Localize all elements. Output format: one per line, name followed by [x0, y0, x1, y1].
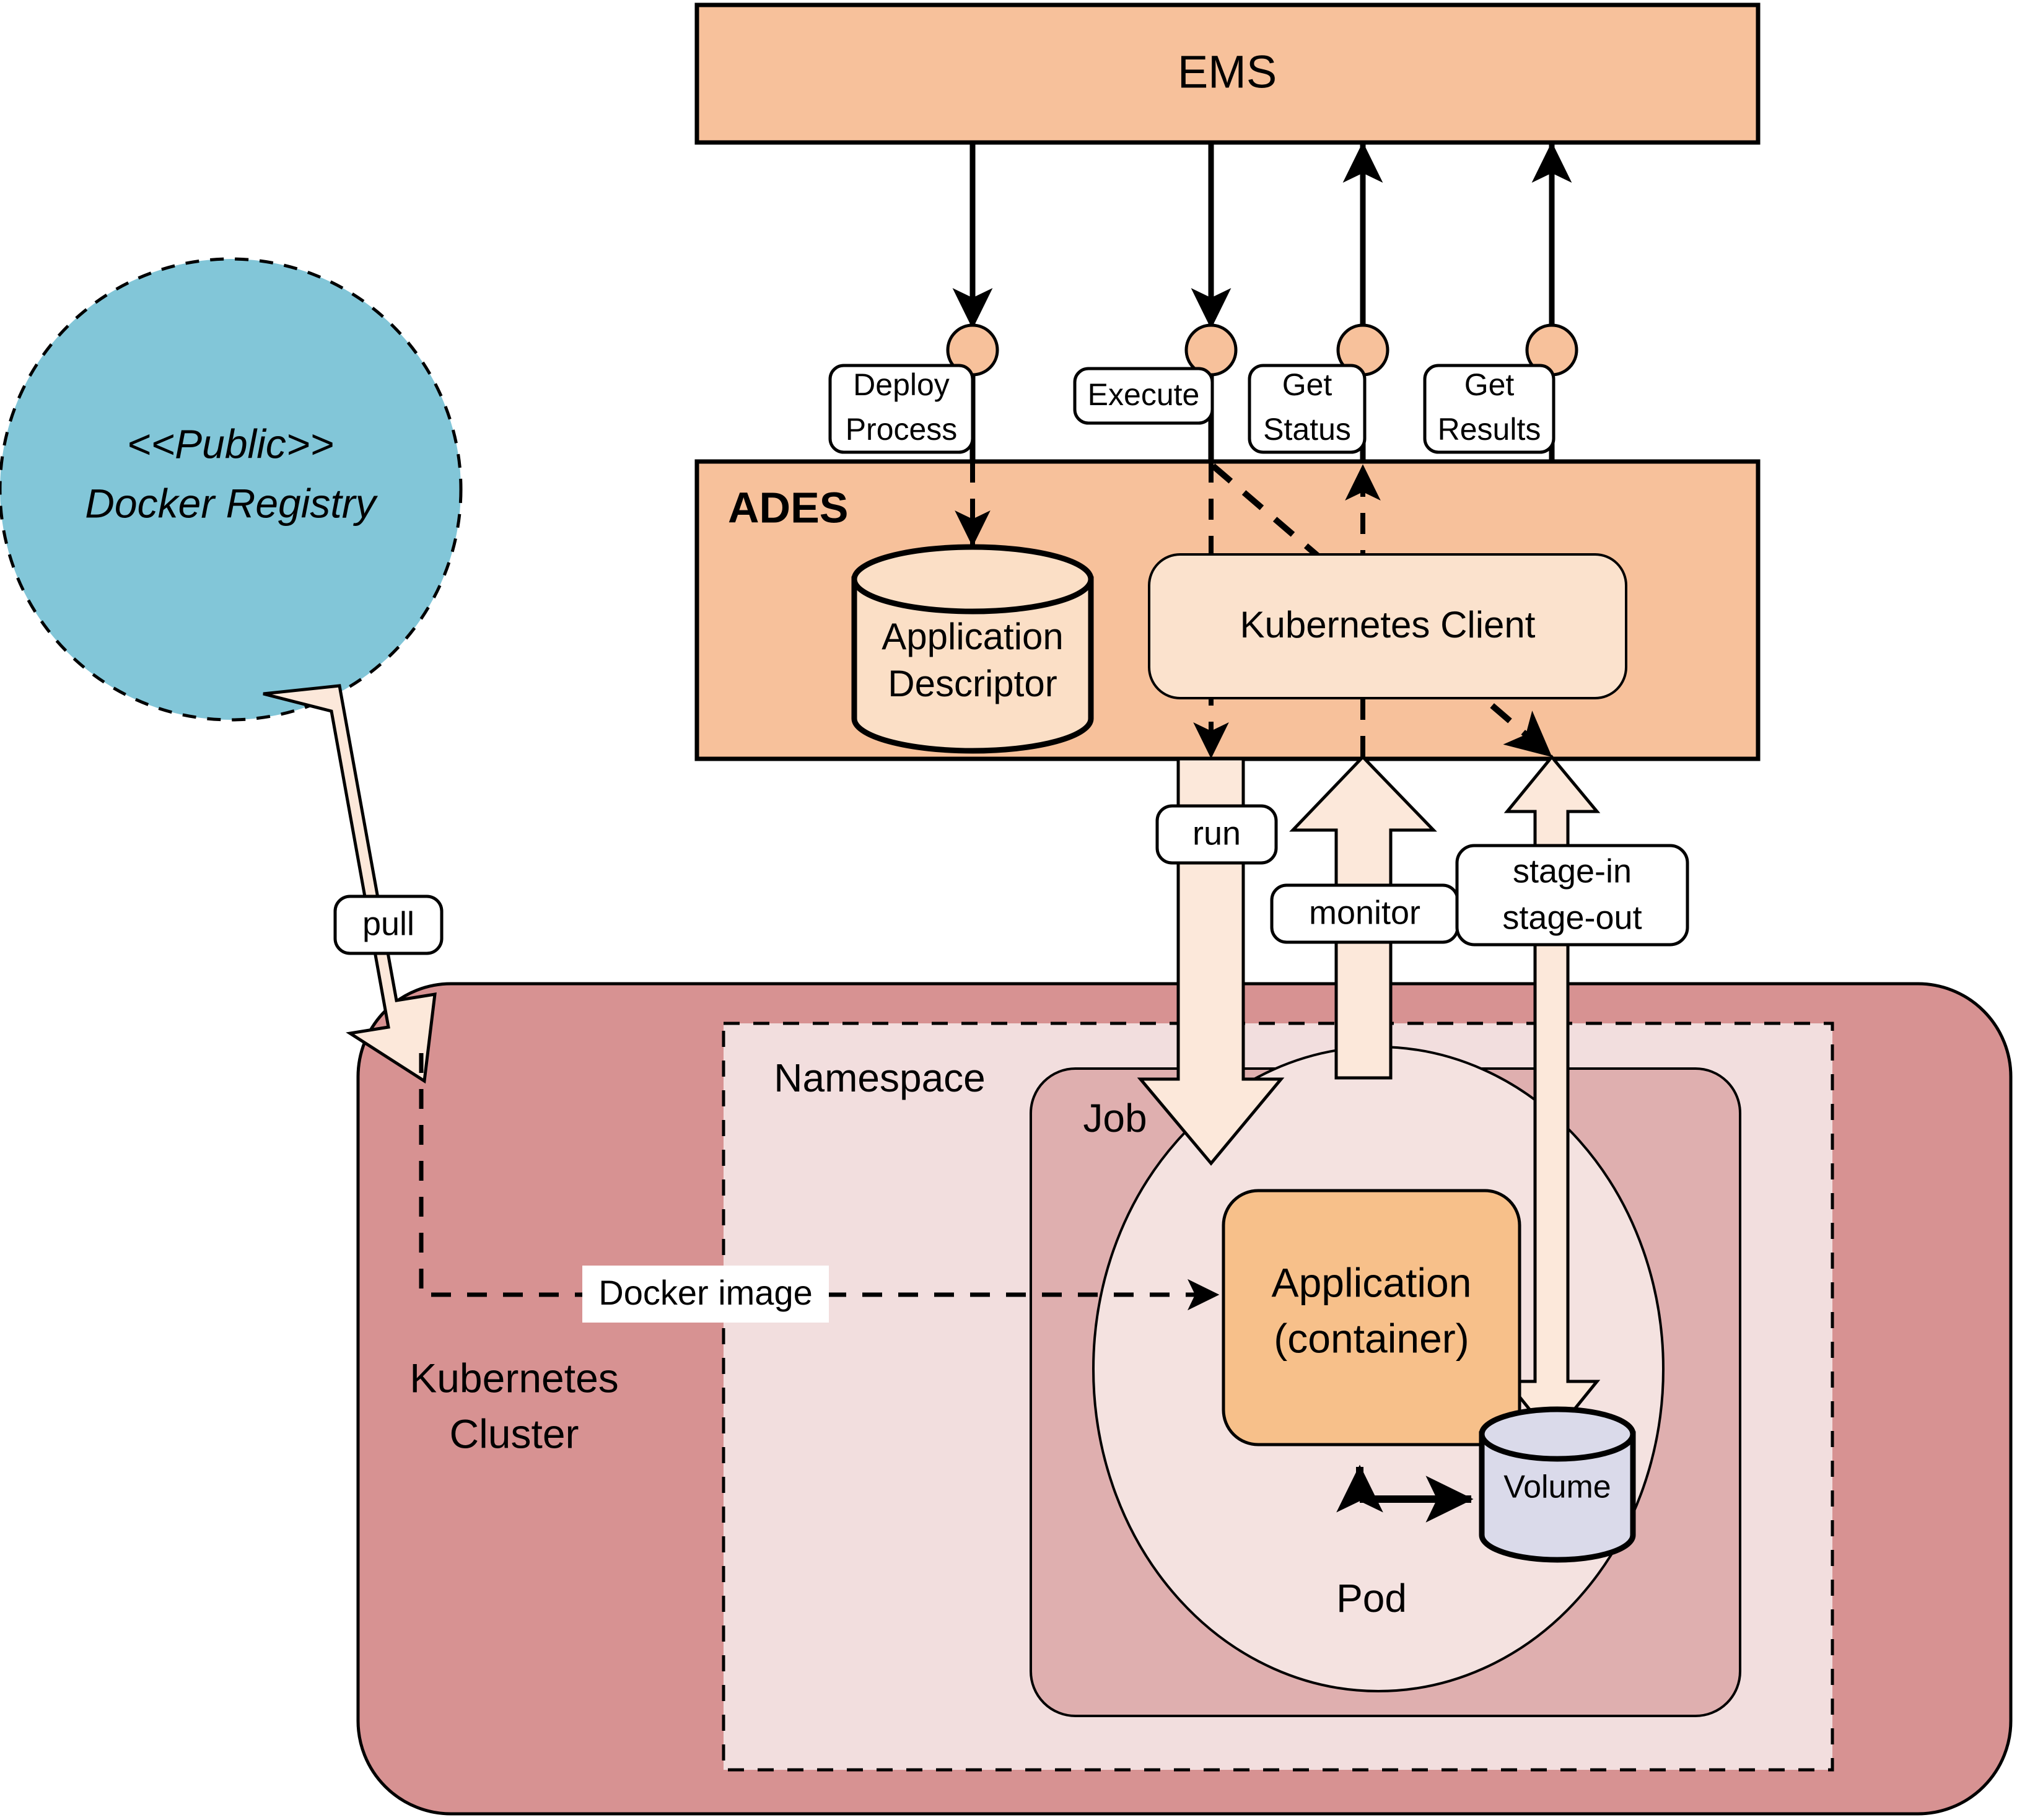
docker-registry-label: Docker Registry [85, 480, 378, 526]
flow-label-pull[interactable]: pull [333, 895, 444, 955]
flow-label-stage[interactable]: stage-in stage-out [1455, 844, 1689, 947]
run-label-text: run [1192, 815, 1241, 852]
flow-label-monitor[interactable]: monitor [1270, 883, 1459, 944]
stage-label-line1: stage-in [1513, 852, 1632, 890]
application-container-line1: Application [1272, 1259, 1472, 1305]
port-label-get-status-line2: Status [1263, 412, 1351, 447]
port-label-execute[interactable]: Execute [1073, 367, 1214, 425]
port-label-get-results-line2: Results [1438, 412, 1541, 447]
port-label-get-status-line1: Get [1282, 367, 1332, 402]
port-label-deploy-process[interactable]: Deploy Process [828, 364, 974, 454]
stage-label-line2: stage-out [1502, 899, 1642, 936]
application-descriptor-node[interactable]: Application Descriptor [851, 544, 1094, 754]
kubernetes-cluster-line1: Kubernetes [409, 1355, 619, 1401]
pull-label-text: pull [362, 905, 414, 942]
port-label-get-status[interactable]: Get Status [1248, 364, 1367, 454]
diagram-canvas: EMS ADES Deploy Process Execute Get Stat… [0, 2, 2013, 1816]
pull-arrow-shape [263, 684, 437, 1084]
application-descriptor-top [851, 544, 1094, 615]
flow-pull[interactable] [263, 684, 437, 1084]
port-label-execute-line1: Execute [1088, 377, 1200, 412]
architecture-diagram: EMS ADES Deploy Process Execute Get Stat… [0, 0, 2017, 1820]
job-label: Job [1083, 1096, 1147, 1140]
port-label-get-results[interactable]: Get Results [1423, 364, 1555, 454]
volume-label: Volume [1503, 1469, 1611, 1505]
application-descriptor-line1: Application [882, 616, 1064, 657]
monitor-label-text: monitor [1309, 894, 1420, 931]
namespace-label: Namespace [774, 1056, 986, 1100]
port-label-deploy-process-line1: Deploy [853, 367, 950, 402]
application-container-line2: (container) [1274, 1315, 1469, 1361]
flow-label-run[interactable]: run [1155, 804, 1278, 865]
ems-node[interactable]: EMS [694, 2, 1761, 145]
volume-node[interactable]: Volume [1479, 1406, 1636, 1563]
ades-label: ADES [728, 483, 848, 532]
docker-registry-stereotype: <<Public>> [127, 421, 334, 466]
kubernetes-client-label: Kubernetes Client [1240, 604, 1536, 645]
application-container-node[interactable]: Application (container) [1222, 1189, 1521, 1446]
docker-image-label-text: Docker image [598, 1273, 812, 1312]
pod-label: Pod [1336, 1576, 1407, 1621]
port-label-deploy-process-line2: Process [846, 412, 958, 447]
application-descriptor-line2: Descriptor [888, 663, 1057, 704]
docker-image-label: Docker image [582, 1266, 829, 1323]
kubernetes-client-node[interactable]: Kubernetes Client [1148, 553, 1627, 699]
volume-top [1479, 1406, 1636, 1462]
kubernetes-cluster-line2: Cluster [449, 1411, 579, 1456]
port-label-get-results-line1: Get [1464, 367, 1515, 402]
ems-label: EMS [1178, 46, 1277, 98]
